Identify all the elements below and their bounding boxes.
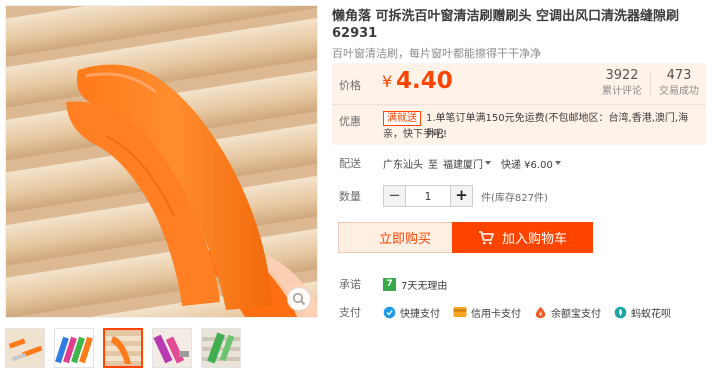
thumbnail-2[interactable] <box>54 328 94 368</box>
add-to-cart-label: 加入购物车 <box>501 232 567 247</box>
payment-quick-pay[interactable]: 快捷支付 <box>383 305 440 320</box>
payment-label: 支付 <box>339 306 361 319</box>
thumbnail-3[interactable] <box>103 328 143 368</box>
payment-quick-pay-label: 快捷支付 <box>400 308 440 320</box>
shipping-row: 配送 广东汕头 至 福建厦门 快递 ¥6.00 <box>339 155 571 171</box>
reviews-count: 3922 <box>605 68 639 83</box>
sales-label: 交易成功 <box>659 86 699 97</box>
price-value: 4.40 <box>396 68 453 94</box>
quantity-label: 数量 <box>339 190 361 203</box>
shipping-destination-select[interactable]: 福建厦门 <box>443 156 483 171</box>
sales-stat: 473 交易成功 <box>659 67 699 99</box>
quantity-input[interactable] <box>405 186 451 206</box>
promise-text[interactable]: 7天无理由 <box>401 277 447 292</box>
promo-divider <box>332 104 706 105</box>
promo-text-line2: 亲，快下手吧! <box>383 129 448 140</box>
payment-credit-card[interactable]: 信用卡支付 <box>453 305 521 320</box>
shipping-method-select[interactable]: 快递 ¥6.00 <box>501 156 553 171</box>
cart-icon <box>478 230 494 245</box>
thumbnail-5-image <box>202 329 240 367</box>
promise-label: 承诺 <box>339 278 361 291</box>
quantity-decrease-button[interactable]: − <box>384 186 405 206</box>
thumbnail-strip <box>5 328 241 368</box>
thumbnail-1[interactable] <box>5 328 45 368</box>
payment-credit-card-label: 信用卡支付 <box>471 308 521 320</box>
main-product-image[interactable] <box>5 5 318 318</box>
reviews-stat[interactable]: 3922 累计评论 <box>602 67 642 99</box>
chevron-down-icon[interactable] <box>554 160 561 165</box>
seven-day-badge-icon: 7 <box>383 277 396 291</box>
zoom-button[interactable] <box>287 287 311 311</box>
thumbnail-2-image <box>55 329 93 367</box>
thumbnail-5[interactable] <box>201 328 241 368</box>
shipping-label: 配送 <box>339 157 361 170</box>
thumbnail-3-image <box>105 330 141 366</box>
price-panel: 价格 ¥ 4.40 3922 累计评论 473 交易成功 优惠 满就送 1.单笔… <box>332 63 706 145</box>
promo-label: 优惠 <box>339 115 361 128</box>
thumbnail-1-image <box>6 329 44 367</box>
price-label: 价格 <box>339 79 361 92</box>
quantity-increase-button[interactable]: + <box>451 186 472 206</box>
promo-text-line1: 1.单笔订单满150元免运费(不包邮地区：台湾,香港,澳门,海外)； <box>426 113 689 140</box>
thumbnail-4-image <box>153 329 191 367</box>
quantity-row: 数量 − + 件(库存827件) <box>339 185 548 207</box>
product-subtitle: 百叶窗清洁刷，每片窗叶都能擦得干干净净 <box>332 47 541 60</box>
yuebao-icon: ¥ <box>535 306 546 318</box>
credit-card-icon <box>453 307 467 317</box>
stats-divider <box>650 71 651 97</box>
product-title: 懒角落 可拆洗百叶窗清洁刷赠刷头 空调出风口清洗器缝隙刷62931 <box>332 9 680 41</box>
promise-row: 承诺 7 7天无理由 <box>339 276 447 292</box>
sales-count: 473 <box>666 68 692 83</box>
payment-huabei[interactable]: 蚂蚁花呗 <box>614 305 671 320</box>
quantity-stepper: − + <box>383 185 473 207</box>
payment-yuebao-label: 余额宝支付 <box>551 308 601 320</box>
shipping-from: 广东汕头 <box>383 159 423 171</box>
price-currency: ¥ <box>382 72 393 91</box>
product-photo-illustration <box>6 6 317 317</box>
reviews-label: 累计评论 <box>602 86 642 97</box>
chevron-down-icon[interactable] <box>485 160 491 165</box>
huabei-icon <box>614 306 627 318</box>
svg-text:¥: ¥ <box>539 311 543 318</box>
magnifier-icon <box>293 293 306 306</box>
promo-tag: 满就送 <box>383 111 421 126</box>
payment-row: 支付 快捷支付 信用卡支付 ¥ 余额宝支付 蚂蚁花呗 <box>339 304 684 320</box>
thumbnail-4[interactable] <box>152 328 192 368</box>
payment-huabei-label: 蚂蚁花呗 <box>631 308 671 320</box>
shipping-to-word: 至 <box>428 159 438 171</box>
quick-pay-icon <box>383 306 396 318</box>
stock-text: 件(库存827件) <box>481 192 548 204</box>
add-to-cart-button[interactable]: 加入购物车 <box>452 222 593 253</box>
payment-yuebao[interactable]: ¥ 余额宝支付 <box>534 305 601 320</box>
